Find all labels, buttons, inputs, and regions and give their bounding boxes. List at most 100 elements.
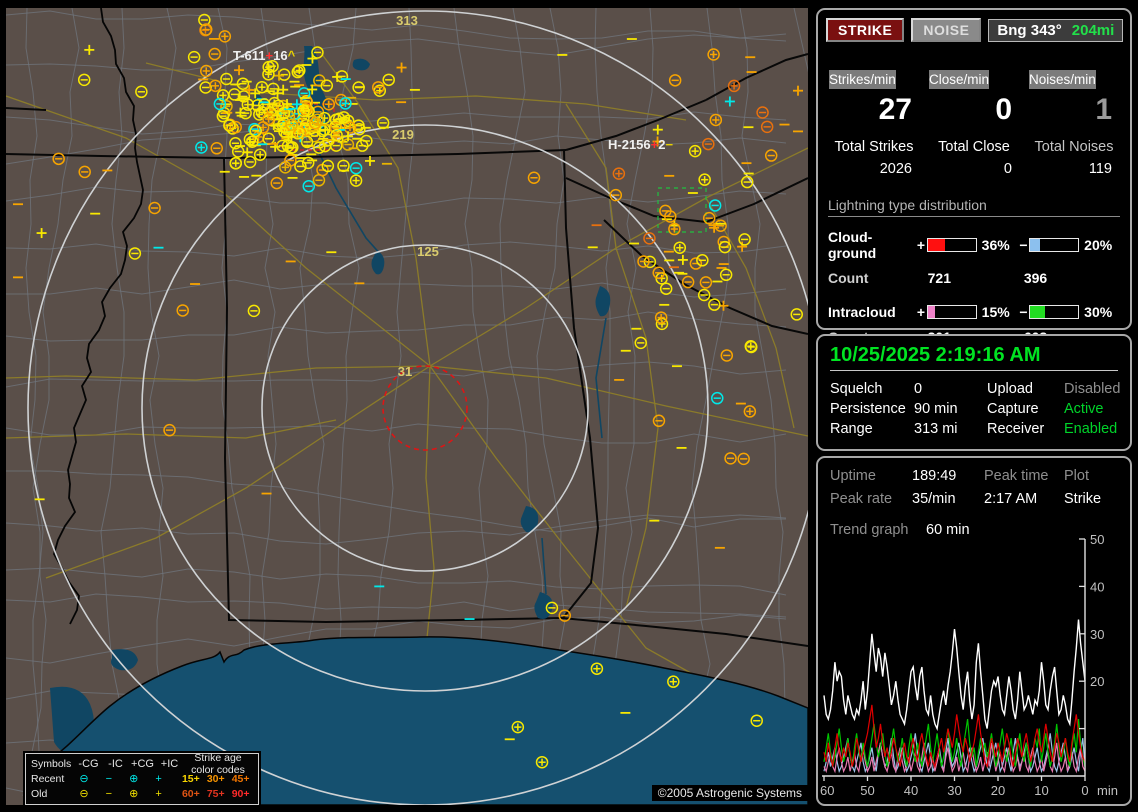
strikes-per-min-value: 27 <box>824 89 924 131</box>
range-ring-label: 31 <box>398 364 412 379</box>
total-strikes-value: 2026 <box>824 155 924 177</box>
minus-sign: − <box>1017 237 1029 253</box>
statistics-panel: STRIKE NOISE Bng 343° 204mi Strikes/min 2… <box>816 8 1132 330</box>
strike-trend-chart: 50 40 30 20 60 50 40 30 20 10 0 min <box>820 534 1128 802</box>
range-value: 313 mi <box>914 421 987 441</box>
upload-status: Disabled <box>1064 381 1130 401</box>
noise-button[interactable]: NOISE <box>911 18 981 42</box>
lightning-map[interactable]: 31321912531T-611+16^H-2156+2− Symbols -C… <box>6 8 808 805</box>
age-60-label: 60+ <box>178 788 203 800</box>
x-axis-tick-label: 20 <box>991 783 1005 798</box>
plus-sign: + <box>915 237 927 253</box>
cg-pos-count: 721 <box>928 270 1024 286</box>
storm-cell-label: H-2156+2− <box>608 137 673 152</box>
circle-minus-icon: ⊖ <box>72 772 97 785</box>
control-panel: STRIKE NOISE Bng 343° 204mi Strikes/min 2… <box>814 0 1136 812</box>
legend-header-row: Symbols -CG -IC +CG +IC Strike age color… <box>26 756 258 771</box>
intracloud-row: Intracloud + 15% − 30% <box>828 304 1120 320</box>
close-per-min-value: 0 <box>924 89 1024 131</box>
strikes-per-min-badge[interactable]: Strikes/min <box>829 70 896 89</box>
total-close-label: Total Close <box>924 139 1024 155</box>
legend-neg-cg-header: -CG <box>75 758 102 770</box>
x-axis-tick-label: 30 <box>947 783 961 798</box>
minus-icon: − <box>96 788 121 800</box>
range-row: Range 313 mi Receiver Enabled <box>830 421 1130 441</box>
capture-status: Active <box>1064 401 1130 421</box>
squelch-value: 0 <box>914 381 987 401</box>
bearing-range-value: 204mi <box>1072 22 1115 39</box>
persistence-value: 90 min <box>914 401 987 421</box>
legend-old-row: Old ⊖ − ⊕ + 60+ 75+ 90+ <box>26 786 258 801</box>
uptime-value: 189:49 <box>912 468 984 491</box>
y-axis-tick-label: 20 <box>1090 674 1104 689</box>
cg-neg-count: 396 <box>1024 270 1120 286</box>
y-axis-tick-label: 40 <box>1090 579 1104 594</box>
trend-series-Total <box>824 620 1085 729</box>
age-75-label: 75+ <box>203 788 228 800</box>
peak-rate-value: 35/min <box>912 491 984 514</box>
peak-time-value: 2:17 AM <box>984 491 1064 514</box>
age-90-label: 90+ <box>228 788 253 800</box>
x-axis-unit-label: min <box>1097 783 1118 798</box>
lightning-map-canvas[interactable]: 31321912531T-611+16^H-2156+2− <box>6 8 808 805</box>
minus-sign: − <box>1017 304 1029 320</box>
legend-pos-ic-header: +IC <box>156 758 183 770</box>
total-noises-label: Total Noises <box>1024 139 1124 155</box>
cg-pos-percent: 36% <box>977 237 1018 253</box>
bearing-value: Bng 343° <box>997 22 1061 39</box>
age-45-label: 45+ <box>228 773 253 785</box>
map-legend: Symbols -CG -IC +CG +IC Strike age color… <box>25 753 259 805</box>
y-axis-tick-label: 50 <box>1090 534 1104 547</box>
close-per-min-badge[interactable]: Close/min <box>929 70 989 89</box>
plus-icon: + <box>146 773 171 785</box>
status-panel: 10/25/2025 2:19:16 AM Squelch 0 Upload D… <box>816 334 1132 451</box>
legend-symbols-header: Symbols <box>31 758 75 770</box>
cloud-ground-row: Cloud-ground + 36% − 20% <box>828 229 1120 261</box>
x-axis-tick-label: 10 <box>1034 783 1048 798</box>
noises-per-min-value: 1 <box>1024 89 1124 131</box>
x-axis-tick-label: 60 <box>820 783 834 798</box>
legend-recent-row: Recent ⊖ − ⊕ + 15+ 30+ 45+ <box>26 771 258 786</box>
close-per-min-column: Close/min 0 Total Close 0 <box>924 70 1024 177</box>
stormtracker-window: 31321912531T-611+16^H-2156+2− Symbols -C… <box>0 0 1138 812</box>
datetime-display: 10/25/2025 2:19:16 AM <box>830 344 1118 371</box>
cg-pos-bar <box>927 238 977 252</box>
plot-mode-value: Strike <box>1064 491 1130 514</box>
x-axis-tick-label: 40 <box>904 783 918 798</box>
circle-plus-icon: ⊕ <box>121 787 146 800</box>
y-axis-tick-label: 30 <box>1090 627 1104 642</box>
x-axis-tick-label: 0 <box>1081 783 1088 798</box>
noises-per-min-badge[interactable]: Noises/min <box>1029 70 1096 89</box>
circle-plus-icon: ⊕ <box>121 772 146 785</box>
legend-neg-ic-header: -IC <box>102 758 129 770</box>
minus-icon: − <box>96 773 121 785</box>
strike-button[interactable]: STRIKE <box>826 18 904 42</box>
copyright-notice: ©2005 Astrogenic Systems <box>652 785 808 801</box>
plus-icon: + <box>146 788 171 800</box>
squelch-row: Squelch 0 Upload Disabled <box>830 381 1130 401</box>
trend-panel: Uptime 189:49 Peak time Plot Peak rate 3… <box>816 456 1132 806</box>
persistence-row: Persistence 90 min Capture Active <box>830 401 1130 421</box>
strikes-per-min-column: Strikes/min 27 Total Strikes 2026 <box>824 70 924 177</box>
range-ring-label: 313 <box>396 13 418 28</box>
age-30-label: 30+ <box>203 773 228 785</box>
uptime-row: Uptime 189:49 Peak time Plot <box>830 468 1130 491</box>
distribution-title: Lightning type distribution <box>828 197 1120 217</box>
total-noises-value: 119 <box>1024 155 1124 177</box>
total-close-value: 0 <box>924 155 1024 177</box>
noises-per-min-column: Noises/min 1 Total Noises 119 <box>1024 70 1124 177</box>
x-axis-tick-label: 50 <box>860 783 874 798</box>
ic-neg-bar <box>1029 305 1079 319</box>
bearing-readout: Bng 343° 204mi <box>988 19 1123 42</box>
ic-neg-percent: 30% <box>1079 304 1120 320</box>
circle-minus-icon: ⊖ <box>72 787 97 800</box>
range-ring-label: 125 <box>417 244 439 259</box>
receiver-status: Enabled <box>1064 421 1130 441</box>
cg-neg-percent: 20% <box>1079 237 1120 253</box>
peak-rate-row: Peak rate 35/min 2:17 AM Strike <box>830 491 1130 514</box>
cg-neg-bar <box>1029 238 1079 252</box>
ic-pos-percent: 15% <box>977 304 1018 320</box>
legend-pos-cg-header: +CG <box>129 758 156 770</box>
total-strikes-label: Total Strikes <box>824 139 924 155</box>
ic-pos-bar <box>927 305 977 319</box>
